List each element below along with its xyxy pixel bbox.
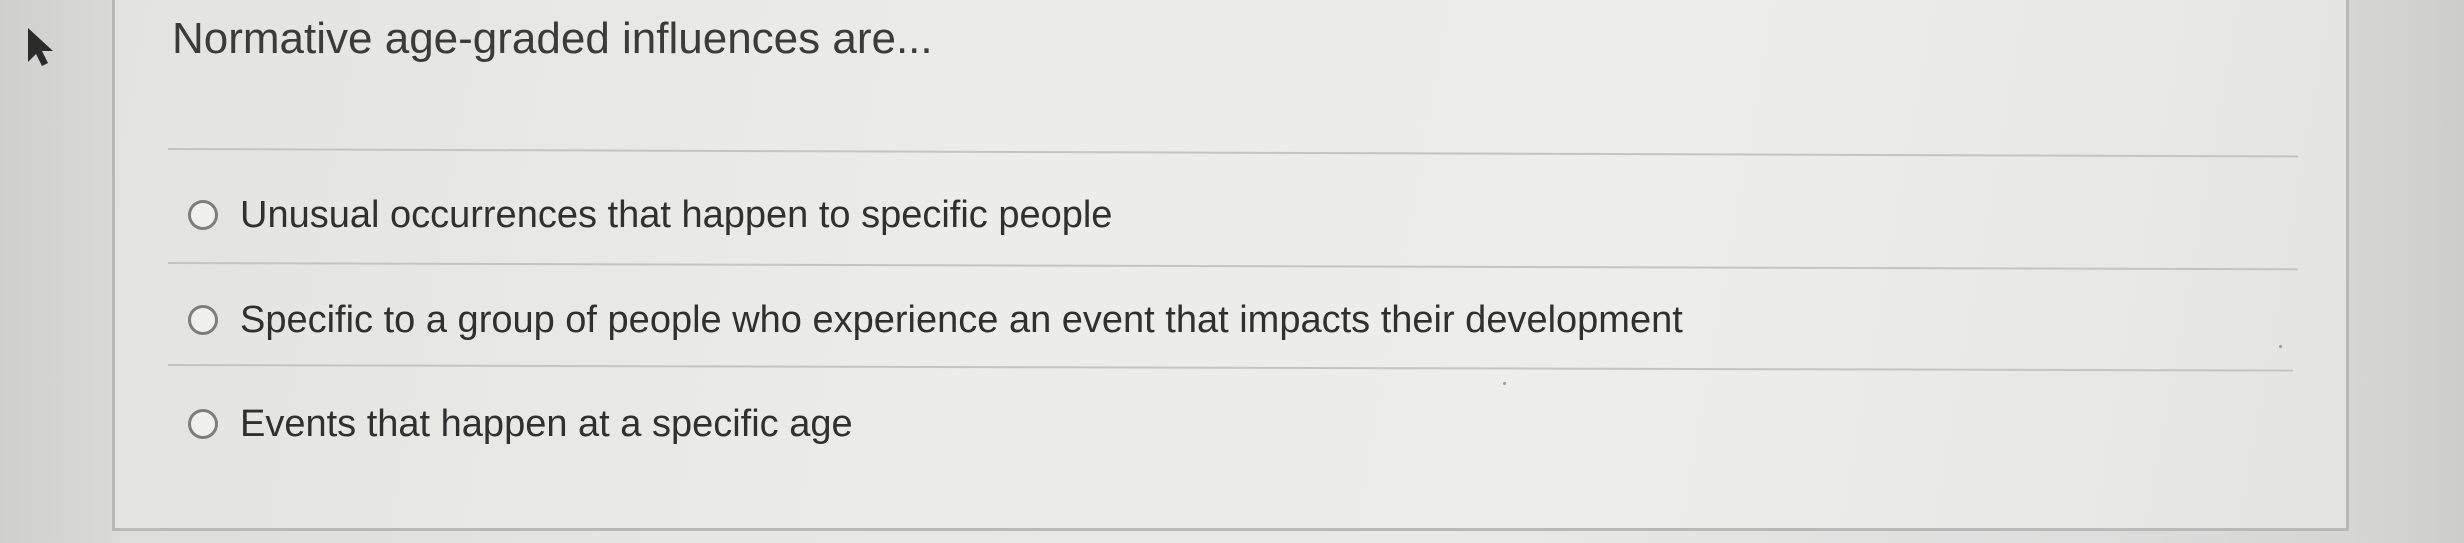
right-margin <box>2349 0 2464 543</box>
radio-button[interactable] <box>188 305 218 335</box>
left-margin <box>0 0 112 543</box>
screen-speck <box>2279 345 2282 348</box>
answer-option-label: Specific to a group of people who experi… <box>240 298 1683 341</box>
screen-speck <box>1503 382 1506 385</box>
answer-option-label: Events that happen at a specific age <box>240 402 853 445</box>
answer-option-3[interactable]: Events that happen at a specific age <box>188 394 853 454</box>
question-prompt: Normative age-graded influences are... <box>172 14 933 63</box>
answer-option-1[interactable]: Unusual occurrences that happen to speci… <box>188 185 1112 245</box>
answer-option-2[interactable]: Specific to a group of people who experi… <box>188 290 1683 350</box>
answer-option-label: Unusual occurrences that happen to speci… <box>240 193 1113 236</box>
cursor-arrow-icon <box>28 28 53 66</box>
radio-button[interactable] <box>188 409 218 439</box>
radio-button[interactable] <box>188 200 218 230</box>
